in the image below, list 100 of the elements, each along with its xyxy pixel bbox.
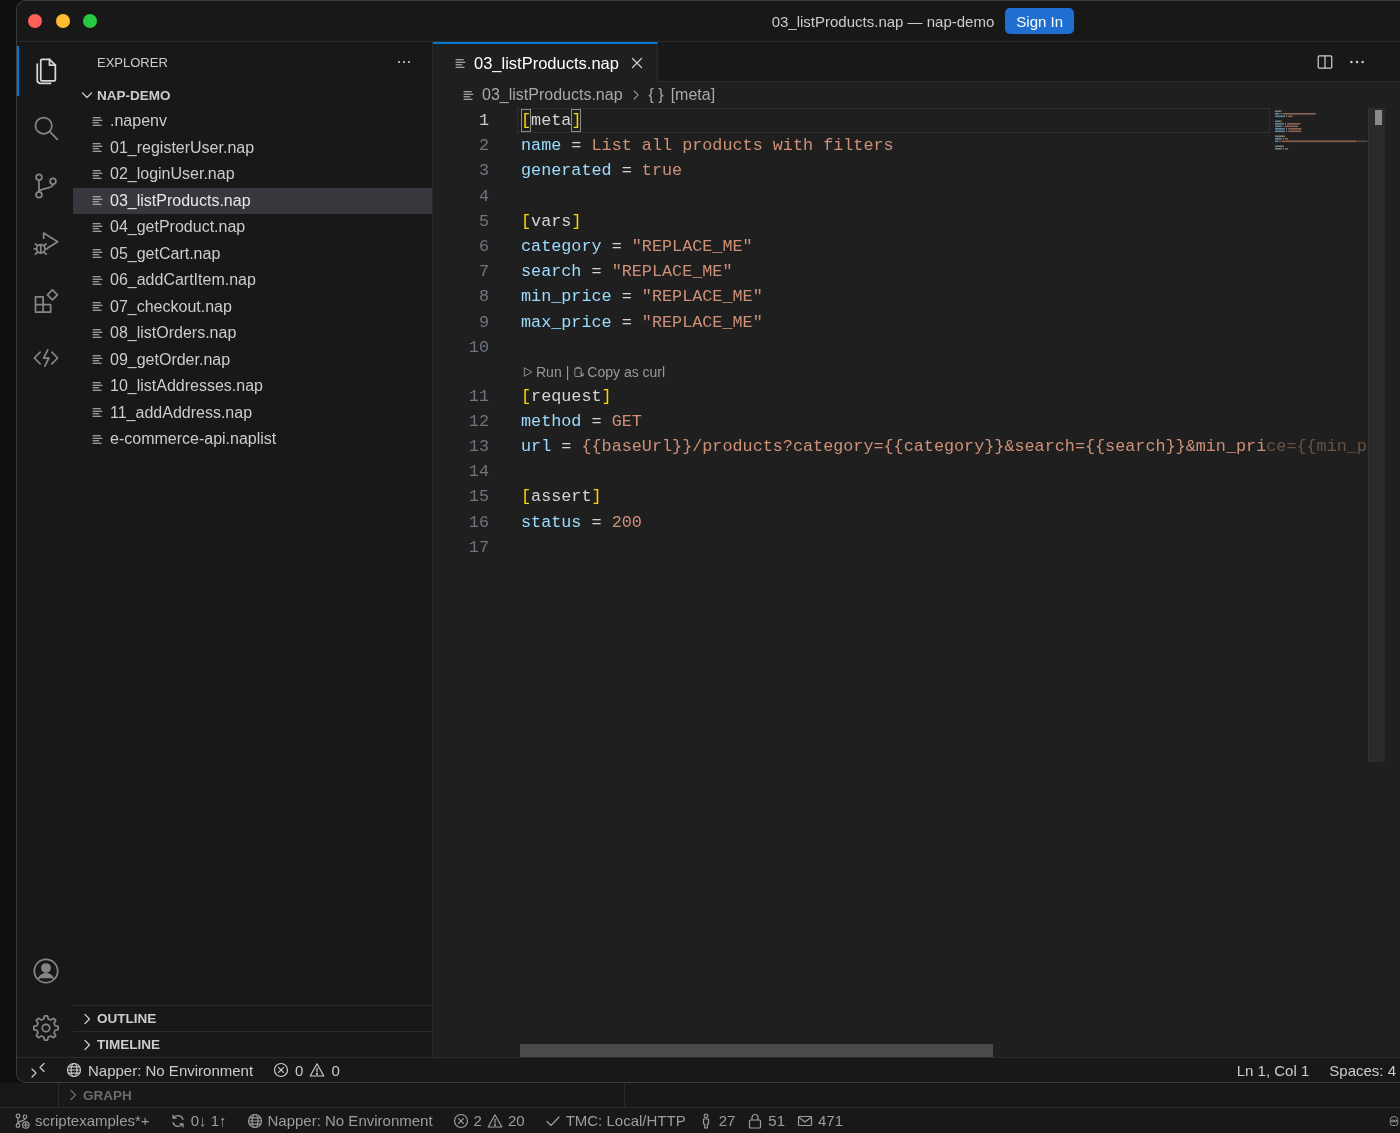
clipboard-icon xyxy=(573,365,586,378)
window-zoom-icon[interactable] xyxy=(83,14,97,28)
window-title: 03_listProducts.nap — nap-demo xyxy=(771,12,995,30)
window-close-icon[interactable] xyxy=(28,14,42,28)
problems-status-item[interactable]: 0 0 xyxy=(273,1061,340,1079)
code-line: max_price = "REPLACE_ME" xyxy=(521,311,763,334)
breadcrumb-item[interactable]: { } [meta] xyxy=(648,86,716,104)
code-line: [meta] xyxy=(521,109,582,133)
line-number: 14 xyxy=(467,462,489,482)
line-number: 3 xyxy=(477,161,489,181)
line-number: 5 xyxy=(477,211,489,231)
code-line: [request] xyxy=(521,385,612,408)
person-circle-icon[interactable] xyxy=(32,956,60,985)
file-lines-icon xyxy=(91,353,104,367)
warning-icon xyxy=(486,1112,503,1129)
breadcrumb-item[interactable]: 03_listProducts.nap xyxy=(462,86,623,104)
codelens-link[interactable]: Copy as curl xyxy=(573,363,666,380)
file-item[interactable]: 09_getOrder.nap xyxy=(73,346,432,373)
file-lines-icon xyxy=(91,220,104,234)
file-item[interactable]: 02_loginUser.nap xyxy=(73,161,432,188)
file-lines-icon xyxy=(91,114,104,128)
window-minimize-icon[interactable] xyxy=(55,14,70,28)
line-number: 8 xyxy=(477,287,489,307)
search-icon[interactable] xyxy=(32,114,60,143)
code-line: name = List all products with filters xyxy=(521,135,894,158)
line-number: 11 xyxy=(467,386,489,406)
lock-icon xyxy=(747,1112,764,1129)
code-line: status = 200 xyxy=(521,511,642,534)
lock-status-item[interactable]: 51 xyxy=(747,1112,785,1129)
remote-icon[interactable] xyxy=(30,1062,46,1078)
file-item[interactable]: 08_listOrders.nap xyxy=(73,320,432,347)
blocks-icon[interactable] xyxy=(32,286,60,315)
globe-icon xyxy=(246,1112,263,1129)
code-line: method = GET xyxy=(521,410,642,433)
settings-icon[interactable] xyxy=(32,1014,60,1043)
file-lines-icon xyxy=(91,406,104,420)
code-line: generated = true xyxy=(521,160,683,183)
file-item[interactable]: 05_getCart.nap xyxy=(73,240,432,267)
file-item[interactable]: 11_addAddress.nap xyxy=(73,399,432,426)
file-lines-icon xyxy=(91,167,104,181)
sync-icon xyxy=(169,1112,186,1129)
error-icon xyxy=(452,1112,469,1129)
file-item[interactable]: 10_listAddresses.nap xyxy=(73,373,432,400)
code-line: [assert] xyxy=(521,486,602,509)
code-line: url = {{baseUrl}}/products?category={{category}}&search={{search}}&min_price={{min_p xyxy=(521,435,1367,458)
code-line: search = "REPLACE_ME" xyxy=(521,261,733,284)
line-number: 4 xyxy=(477,186,489,206)
editor-tab[interactable]: 03_listProducts.nap xyxy=(433,42,658,82)
play-bug-icon[interactable] xyxy=(32,229,60,258)
file-item[interactable]: .napenv xyxy=(73,108,432,135)
mail-status-item[interactable]: 471 xyxy=(797,1112,844,1129)
split-editor-icon[interactable] xyxy=(1316,52,1334,71)
branch-plus-icon xyxy=(14,1112,30,1129)
file-lines-icon xyxy=(454,56,467,70)
scrollbar-thumb[interactable] xyxy=(1368,108,1385,762)
scrollbar-thumb[interactable] xyxy=(520,1044,993,1057)
code-line: min_price = "REPLACE_ME" xyxy=(521,286,763,309)
sidebar-title: EXPLORER xyxy=(97,54,168,70)
problems-status-item[interactable]: 2 20 xyxy=(452,1112,525,1129)
file-lines-icon xyxy=(91,326,104,340)
line-number: 7 xyxy=(477,262,489,282)
codelens-separator: | xyxy=(565,363,570,380)
file-lines-icon xyxy=(91,379,104,393)
file-item[interactable]: e-commerce-api.naplist xyxy=(73,426,432,453)
line-number: 1 xyxy=(477,111,489,131)
line-number: 6 xyxy=(477,237,489,257)
file-lines-icon xyxy=(91,194,104,208)
line-number: 15 xyxy=(467,487,489,507)
environment-status-item[interactable]: Napper: No Environment xyxy=(246,1112,433,1129)
warning-icon xyxy=(309,1062,326,1078)
file-lines-icon xyxy=(462,88,475,102)
error-icon xyxy=(273,1062,290,1078)
file-lines-icon xyxy=(91,432,104,446)
folder-header[interactable]: NAP-DEMO xyxy=(73,82,432,108)
cursor-position[interactable]: Ln 1, Col 1 xyxy=(1236,1061,1310,1079)
indentation-status[interactable]: Spaces: 4 xyxy=(1329,1061,1396,1079)
sync-status-item[interactable]: 0↓ 1↑ xyxy=(169,1112,227,1129)
codelens-link[interactable]: Run xyxy=(522,363,562,380)
test-status-item[interactable]: TMC: Local/HTTP xyxy=(544,1112,686,1129)
file-item[interactable]: 07_checkout.nap xyxy=(73,293,432,320)
file-item[interactable]: 01_registerUser.nap xyxy=(73,134,432,161)
line-number: 17 xyxy=(467,537,489,557)
file-lines-icon xyxy=(91,141,104,155)
line-number: 10 xyxy=(467,337,489,357)
file-item[interactable]: 03_listProducts.nap xyxy=(73,187,432,214)
file-item[interactable]: 06_addCartItem.nap xyxy=(73,267,432,294)
code-line: [vars] xyxy=(521,210,582,233)
bot-icon[interactable] xyxy=(1388,1113,1400,1128)
file-item[interactable]: 04_getProduct.nap xyxy=(73,214,432,241)
sign-in-button[interactable]: Sign In xyxy=(1005,8,1074,34)
play-icon xyxy=(522,365,534,378)
line-number: 16 xyxy=(467,512,489,532)
cursor-marker xyxy=(1375,110,1382,125)
people-status-item[interactable]: 27 xyxy=(697,1112,736,1129)
branch-status-item[interactable]: scriptexamples*+ xyxy=(14,1112,150,1129)
section-header[interactable]: OUTLINE xyxy=(73,1005,432,1031)
branch-icon[interactable] xyxy=(32,171,60,200)
line-number: 2 xyxy=(477,136,489,156)
line-number: 12 xyxy=(467,411,489,431)
environment-status-item[interactable]: Napper: No Environment xyxy=(66,1061,254,1079)
